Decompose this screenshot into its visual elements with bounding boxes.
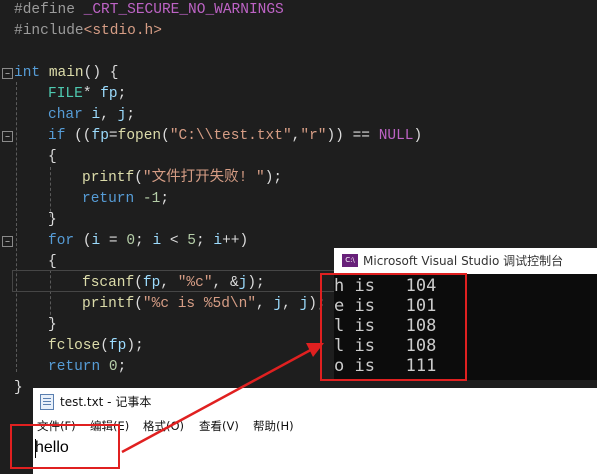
annotation-arrow [121,343,324,454]
